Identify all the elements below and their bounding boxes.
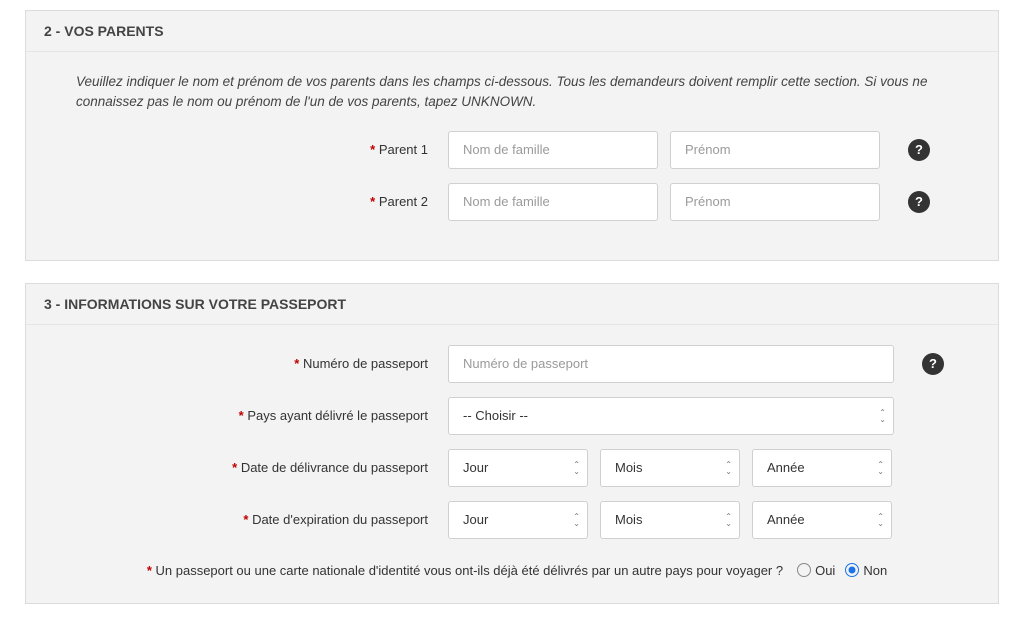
required-asterisk: * [243,512,248,527]
issuing-country-label: * Pays ayant délivré le passeport [76,408,436,423]
passport-number-row: * Numéro de passeport ? [76,345,958,383]
help-icon[interactable]: ? [908,139,930,161]
expiry-year-select[interactable]: Année [752,501,892,539]
required-asterisk: * [370,194,375,209]
parent2-lastname-input[interactable] [448,183,658,221]
expiry-day-select[interactable]: Jour [448,501,588,539]
other-country-question-row: * Un passeport ou une carte nationale d'… [76,563,958,578]
section-passport: 3 - INFORMATIONS SUR VOTRE PASSEPORT * N… [25,283,999,604]
section-passport-title: 3 - INFORMATIONS SUR VOTRE PASSEPORT [26,284,998,325]
expiry-date-label-text: Date d'expiration du passeport [252,512,428,527]
passport-number-label: * Numéro de passeport [76,356,436,371]
issuing-country-row: * Pays ayant délivré le passeport -- Cho… [76,397,958,435]
parent1-firstname-input[interactable] [670,131,880,169]
expiry-date-label: * Date d'expiration du passeport [76,512,436,527]
parent2-label: * Parent 2 [76,194,436,209]
radio-no[interactable] [845,563,859,577]
expiry-date-row: * Date d'expiration du passeport Jour Mo… [76,501,958,539]
other-country-question-text: Un passeport ou une carte nationale d'id… [156,563,784,578]
passport-number-label-text: Numéro de passeport [303,356,428,371]
section-parents: 2 - VOS PARENTS Veuillez indiquer le nom… [25,10,999,261]
other-country-question: * Un passeport ou une carte nationale d'… [147,563,783,578]
issue-date-label: * Date de délivrance du passeport [76,460,436,475]
issue-month-select[interactable]: Mois [600,449,740,487]
help-icon[interactable]: ? [922,353,944,375]
required-asterisk: * [239,408,244,423]
parent1-row: * Parent 1 ? [76,131,958,169]
required-asterisk: * [147,563,152,578]
issuing-country-label-text: Pays ayant délivré le passeport [247,408,428,423]
issue-date-row: * Date de délivrance du passeport Jour M… [76,449,958,487]
other-country-radio-group: Oui Non [797,563,887,578]
radio-no-label: Non [863,563,887,578]
required-asterisk: * [370,142,375,157]
help-icon[interactable]: ? [908,191,930,213]
section-parents-body: Veuillez indiquer le nom et prénom de vo… [26,52,998,260]
issue-day-select[interactable]: Jour [448,449,588,487]
parent1-label-text: Parent 1 [379,142,428,157]
radio-yes-wrap[interactable]: Oui [797,563,835,578]
radio-yes-label: Oui [815,563,835,578]
expiry-month-select[interactable]: Mois [600,501,740,539]
required-asterisk: * [294,356,299,371]
parent2-firstname-input[interactable] [670,183,880,221]
radio-yes[interactable] [797,563,811,577]
radio-no-wrap[interactable]: Non [845,563,887,578]
issue-year-select[interactable]: Année [752,449,892,487]
required-asterisk: * [232,460,237,475]
section-parents-title: 2 - VOS PARENTS [26,11,998,52]
parent1-lastname-input[interactable] [448,131,658,169]
issuing-country-select[interactable]: -- Choisir -- [448,397,894,435]
parent2-label-text: Parent 2 [379,194,428,209]
parent2-row: * Parent 2 ? [76,183,958,221]
passport-number-input[interactable] [448,345,894,383]
issue-date-label-text: Date de délivrance du passeport [241,460,428,475]
section-passport-body: * Numéro de passeport ? * Pays ayant dél… [26,325,998,603]
parents-intro-text: Veuillez indiquer le nom et prénom de vo… [76,72,958,113]
parent1-label: * Parent 1 [76,142,436,157]
